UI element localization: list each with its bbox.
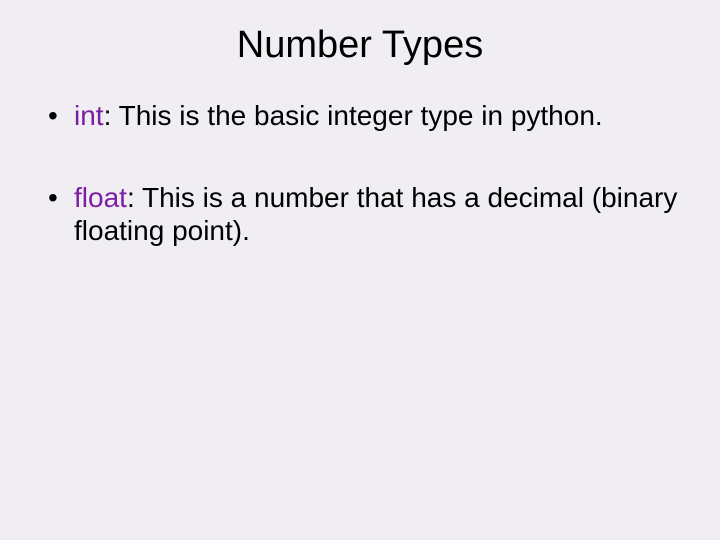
slide-title: Number Types (32, 24, 688, 67)
bullet-text: This is a number that has a decimal (bin… (74, 182, 677, 247)
bullet-list: int: This is the basic integer type in p… (32, 99, 688, 248)
bullet-highlight-suffix: : (127, 182, 135, 213)
slide-container: Number Types int: This is the basic inte… (0, 0, 720, 540)
bullet-item: int: This is the basic integer type in p… (44, 99, 688, 133)
bullet-highlight: float (74, 182, 127, 213)
bullet-highlight: int (74, 100, 104, 131)
bullet-text: This is the basic integer type in python… (111, 100, 602, 131)
bullet-item: float: This is a number that has a decim… (44, 181, 688, 248)
